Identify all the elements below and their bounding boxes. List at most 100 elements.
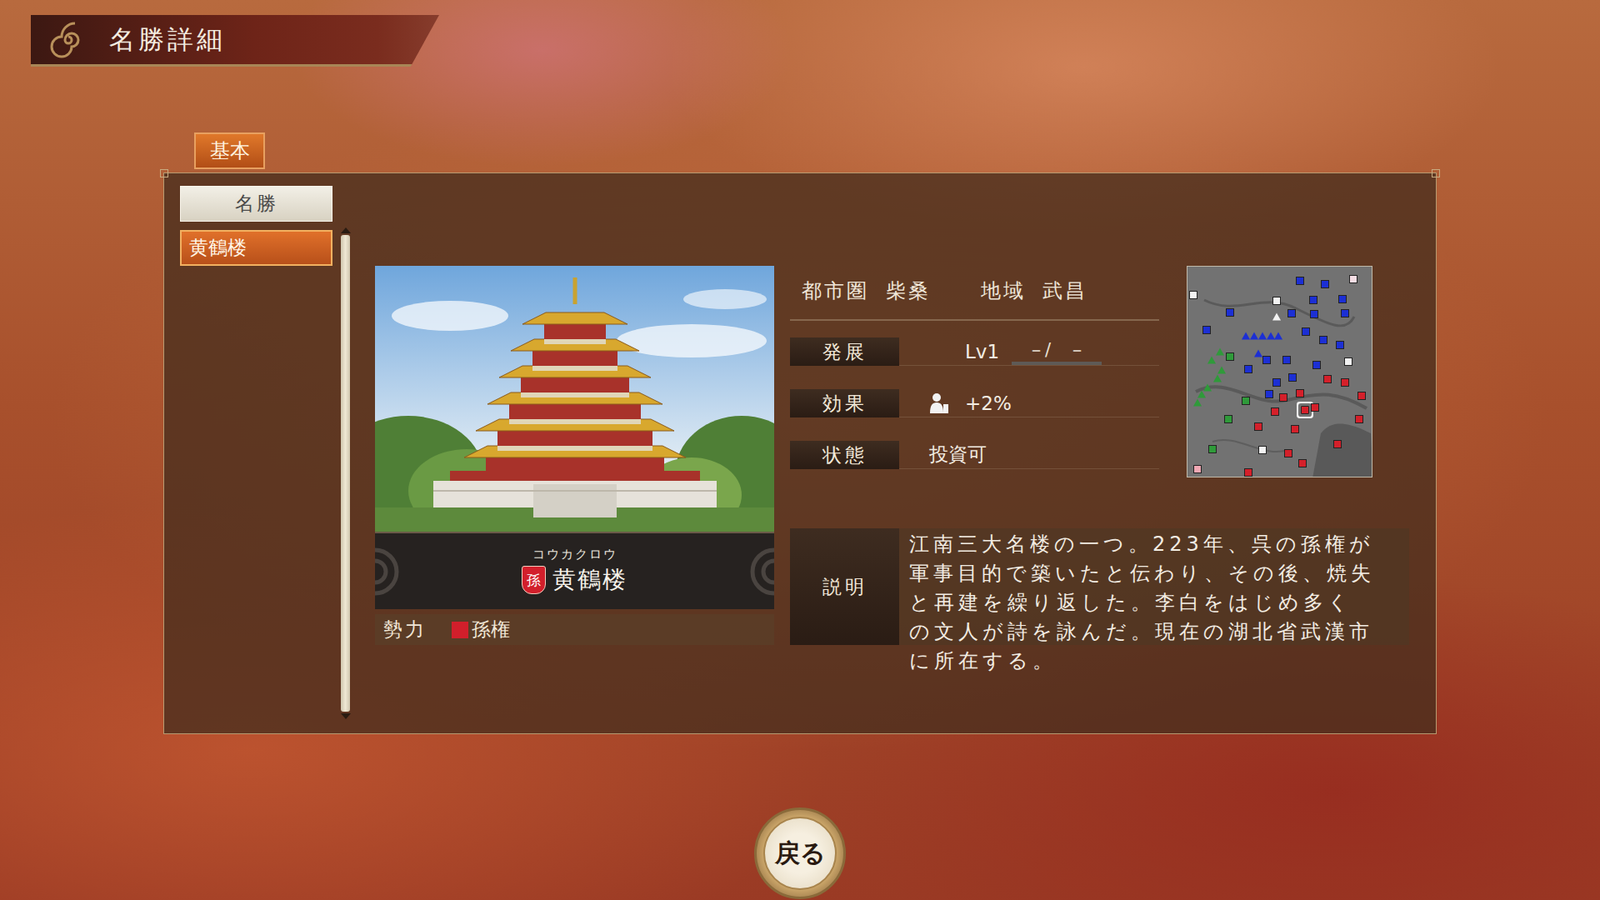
back-button[interactable]: 戻る bbox=[754, 807, 846, 900]
ornament-icon bbox=[740, 546, 775, 597]
title-banner: 名勝詳細 bbox=[30, 15, 440, 67]
map-marker[interactable] bbox=[1197, 390, 1206, 399]
row-label: 効果 bbox=[790, 389, 900, 418]
ornament-icon bbox=[375, 546, 409, 597]
description-text: 江南三大名楼の一つ。223年、呉の孫権が軍事目的で築いたと伝わり、その後、焼失と… bbox=[909, 530, 1376, 676]
map-marker[interactable] bbox=[1193, 465, 1202, 474]
map-marker[interactable] bbox=[1217, 366, 1226, 375]
description: 説明 江南三大名楼の一つ。223年、呉の孫権が軍事目的で築いたと伝わり、その後、… bbox=[790, 528, 1410, 645]
list-header: 名勝 bbox=[180, 185, 333, 222]
map-marker[interactable] bbox=[1202, 325, 1211, 335]
map-marker[interactable] bbox=[1224, 415, 1233, 424]
map-marker[interactable] bbox=[1193, 399, 1202, 407]
map-marker[interactable] bbox=[1309, 295, 1318, 305]
map-marker[interactable] bbox=[1254, 422, 1263, 431]
progress-track bbox=[1011, 361, 1102, 365]
map-marker[interactable] bbox=[1295, 389, 1305, 398]
person-icon bbox=[929, 392, 950, 415]
map-marker[interactable] bbox=[1340, 309, 1350, 318]
map-marker[interactable] bbox=[1323, 375, 1332, 384]
map-marker[interactable] bbox=[1300, 405, 1310, 415]
map-marker[interactable] bbox=[1310, 310, 1319, 319]
reading: コウカクロウ bbox=[532, 546, 618, 563]
info-row: 状態 投資可 bbox=[790, 440, 1160, 470]
map-marker[interactable] bbox=[1279, 393, 1288, 402]
pagoda-picture bbox=[375, 265, 775, 532]
faction-name: 孫権 bbox=[471, 616, 510, 643]
minimap[interactable] bbox=[1186, 265, 1373, 478]
map-marker[interactable] bbox=[1189, 290, 1198, 300]
screen: 名勝詳細 基本 名勝 黄鶴楼 コウカクロウ 孫 黄鶴楼 勢力 孫権 都市圏 柴桑… bbox=[0, 0, 1600, 900]
scroll-track[interactable] bbox=[340, 235, 350, 712]
faction-label: 勢力 bbox=[383, 616, 427, 643]
map-marker[interactable] bbox=[1207, 355, 1216, 364]
spot-name: 黄鶴楼 bbox=[552, 564, 628, 596]
faction-badge: 孫 bbox=[521, 565, 546, 595]
map-marker[interactable] bbox=[1295, 276, 1305, 285]
faction-row: 勢力 孫権 bbox=[375, 614, 775, 645]
map-marker[interactable] bbox=[1215, 348, 1225, 356]
map-marker[interactable] bbox=[1270, 407, 1280, 416]
scroll-down-icon[interactable] bbox=[340, 713, 351, 720]
row-value: +2% bbox=[899, 389, 1160, 418]
map-marker[interactable] bbox=[1244, 365, 1253, 374]
map-marker[interactable] bbox=[1274, 331, 1283, 340]
map-marker[interactable] bbox=[1265, 390, 1274, 399]
map-marker[interactable] bbox=[1355, 415, 1364, 424]
map-marker[interactable] bbox=[1344, 357, 1353, 366]
tab[interactable]: 基本 bbox=[194, 132, 265, 170]
map-marker[interactable] bbox=[1333, 440, 1342, 449]
map-marker[interactable] bbox=[1258, 331, 1267, 340]
map-marker[interactable] bbox=[1241, 331, 1250, 340]
scroll-up-icon[interactable] bbox=[340, 227, 351, 234]
map-marker[interactable] bbox=[1349, 275, 1358, 284]
map-marker[interactable] bbox=[1272, 378, 1281, 387]
map-marker[interactable] bbox=[1320, 280, 1330, 289]
info: 都市圏 柴桑 地域 武昌 発展 Lv1 －/ － 効果 +2% 状態 投資可 bbox=[790, 265, 1160, 478]
map-marker[interactable] bbox=[1266, 331, 1275, 340]
map-marker[interactable] bbox=[1301, 327, 1310, 336]
map-marker[interactable] bbox=[1312, 360, 1321, 370]
spot-list: 名勝 黄鶴楼 bbox=[180, 185, 333, 734]
map-marker[interactable] bbox=[1310, 403, 1320, 412]
map-marker[interactable] bbox=[1258, 445, 1267, 455]
detail-panel: 名勝 黄鶴楼 コウカクロウ 孫 黄鶴楼 勢力 孫権 都市圏 柴桑 地域 武昌 発… bbox=[163, 172, 1437, 735]
progress: －/ － bbox=[1011, 338, 1102, 365]
map-marker[interactable] bbox=[1208, 445, 1217, 454]
map-marker[interactable] bbox=[1282, 355, 1291, 365]
map-marker[interactable] bbox=[1319, 335, 1328, 345]
faction-color bbox=[451, 621, 469, 639]
map-marker[interactable] bbox=[1290, 425, 1300, 434]
list-item[interactable]: 黄鶴楼 bbox=[180, 230, 333, 266]
map-marker[interactable] bbox=[1284, 449, 1293, 458]
area-line: 都市圏 柴桑 地域 武昌 bbox=[790, 265, 1160, 321]
content: コウカクロウ 孫 黄鶴楼 勢力 孫権 都市圏 柴桑 地域 武昌 発展 Lv1 －… bbox=[375, 265, 1410, 645]
row-value: 投資可 bbox=[899, 440, 1160, 470]
map-marker[interactable] bbox=[1335, 340, 1345, 350]
map-marker[interactable] bbox=[1272, 296, 1281, 305]
description-label: 説明 bbox=[790, 528, 900, 645]
map-marker[interactable] bbox=[1225, 352, 1235, 361]
tab-bar: 基本 bbox=[194, 132, 1600, 170]
swirl-icon bbox=[49, 20, 88, 60]
map-marker[interactable] bbox=[1298, 459, 1307, 468]
map-marker[interactable] bbox=[1262, 355, 1271, 365]
info-row: 発展 Lv1 －/ － bbox=[790, 337, 1160, 366]
map-marker[interactable] bbox=[1254, 349, 1263, 357]
spot-picture bbox=[375, 265, 775, 532]
map-marker[interactable] bbox=[1213, 374, 1222, 382]
map-marker[interactable] bbox=[1225, 308, 1235, 317]
map-marker[interactable] bbox=[1272, 312, 1281, 320]
map-marker[interactable] bbox=[1357, 391, 1366, 400]
map-marker[interactable] bbox=[1250, 331, 1259, 340]
scrollbar[interactable] bbox=[340, 227, 350, 720]
map-marker[interactable] bbox=[1287, 309, 1296, 318]
row-label: 発展 bbox=[790, 337, 900, 366]
map-marker[interactable] bbox=[1340, 378, 1350, 387]
map-marker[interactable] bbox=[1241, 396, 1250, 405]
name-bar: コウカクロウ 孫 黄鶴楼 bbox=[375, 531, 775, 610]
map-marker[interactable] bbox=[1244, 468, 1253, 477]
row-label: 状態 bbox=[790, 440, 900, 470]
map-marker[interactable] bbox=[1338, 295, 1347, 304]
map-marker[interactable] bbox=[1288, 373, 1297, 382]
